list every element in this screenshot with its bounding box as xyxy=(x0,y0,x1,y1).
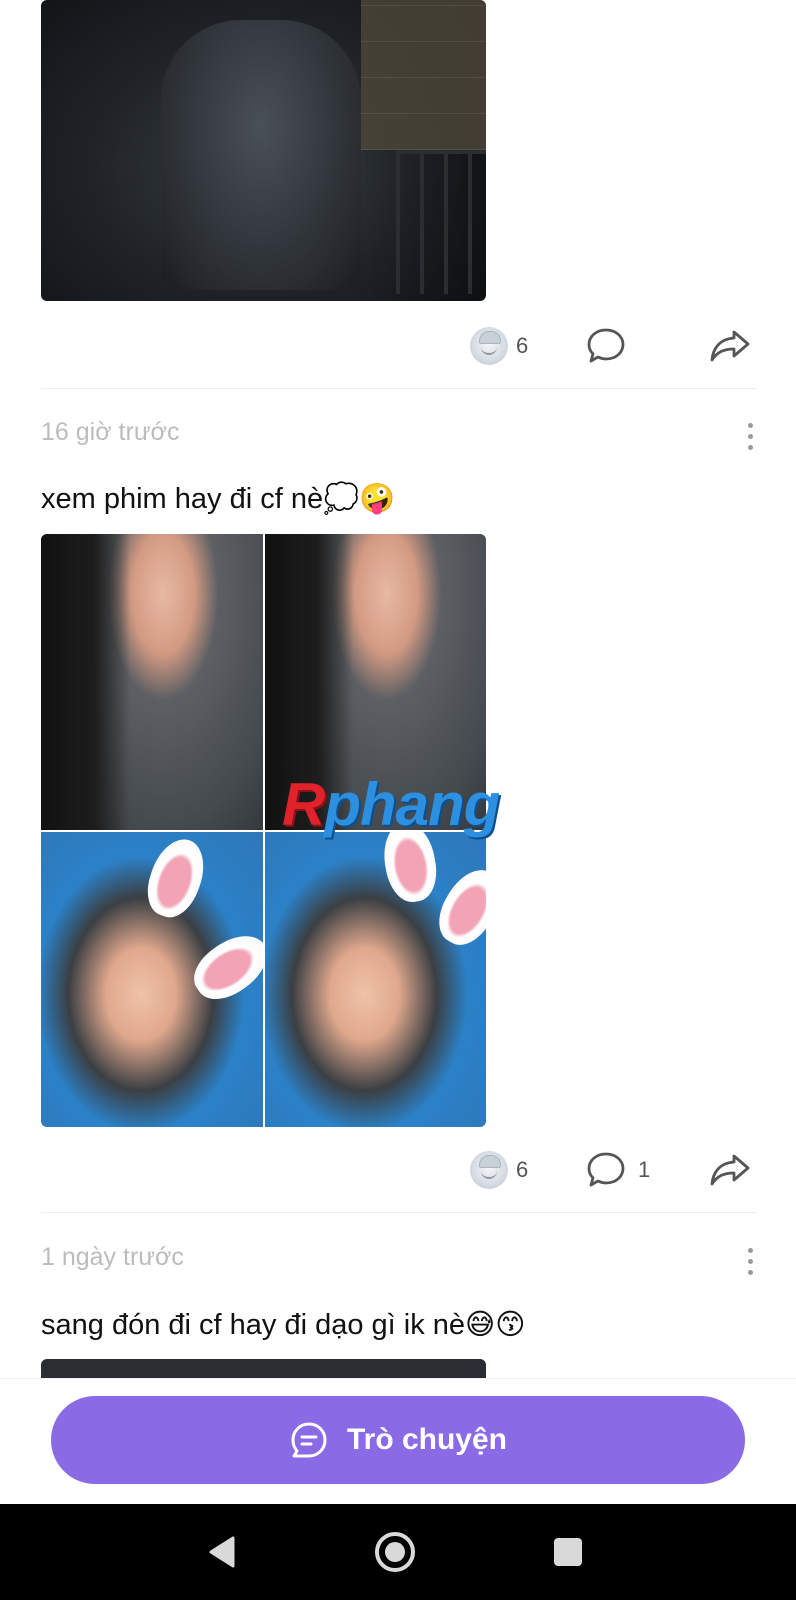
post-time: 1 ngày trước xyxy=(41,1243,184,1271)
post-caption: xem phim hay đi cf nè💭🤪 xyxy=(41,483,396,515)
home-circle-icon xyxy=(375,1532,415,1572)
reaction-sticker-icon xyxy=(470,1151,508,1189)
post-time: 16 giờ trước xyxy=(41,418,180,446)
post-photo-grid[interactable] xyxy=(41,534,486,1127)
bunny-ear xyxy=(138,831,214,924)
home-button[interactable] xyxy=(355,1504,435,1600)
bunny-ear xyxy=(377,831,442,906)
reaction-count: 6 xyxy=(516,1157,529,1182)
post-divider xyxy=(41,388,756,389)
profile-feed: 6 16 giờ trước xem phim hay đi cf nè💭🤪 R… xyxy=(0,0,796,1378)
dot-icon xyxy=(747,423,753,428)
post-photo[interactable] xyxy=(41,1359,486,1378)
photo-figure xyxy=(161,20,361,290)
share-button[interactable] xyxy=(708,316,752,376)
post-caption: sang đón đi cf hay đi dạo gì ik nè😅😙 xyxy=(41,1309,526,1341)
chat-bubble-icon xyxy=(291,1422,327,1458)
post-photo[interactable] xyxy=(41,0,486,301)
recents-button[interactable] xyxy=(528,1504,608,1600)
photo-wall xyxy=(361,0,486,150)
comment-icon xyxy=(587,1152,625,1187)
comment-button[interactable] xyxy=(586,316,626,376)
reaction-sticker-icon xyxy=(470,327,508,365)
dot-icon xyxy=(747,434,753,439)
dot-icon xyxy=(747,1270,753,1275)
back-triangle-icon xyxy=(209,1536,235,1568)
chat-button-label: Trò chuyện xyxy=(346,1423,508,1456)
share-icon xyxy=(710,330,750,362)
photo-railing xyxy=(396,150,486,294)
post-actions: 6 xyxy=(0,316,796,376)
back-button[interactable] xyxy=(182,1504,262,1600)
comment-icon xyxy=(587,328,625,363)
reaction-count: 6 xyxy=(516,333,529,358)
post-divider xyxy=(41,1212,756,1213)
chat-button[interactable]: Trò chuyện xyxy=(51,1396,745,1484)
comment-count: 1 xyxy=(638,1157,651,1182)
comment-button[interactable]: 1 xyxy=(586,1140,650,1200)
grid-photo[interactable] xyxy=(264,831,486,1127)
post-actions: 6 1 xyxy=(0,1140,796,1200)
more-options-button[interactable] xyxy=(744,423,756,450)
recents-square-icon xyxy=(554,1538,582,1566)
dot-icon xyxy=(747,1248,753,1253)
bunny-ear xyxy=(183,923,263,1010)
dot-icon xyxy=(747,1259,753,1264)
dot-icon xyxy=(747,445,753,450)
share-button[interactable] xyxy=(708,1140,752,1200)
grid-photo[interactable] xyxy=(41,831,263,1127)
bunny-ear xyxy=(427,859,486,954)
system-navigation-bar xyxy=(0,1504,796,1600)
grid-photo[interactable] xyxy=(41,534,263,830)
reaction-button[interactable]: 6 xyxy=(470,1140,528,1200)
photo-hair xyxy=(264,534,354,830)
photo-hair xyxy=(41,534,130,830)
more-options-button[interactable] xyxy=(744,1248,756,1275)
grid-photo[interactable] xyxy=(264,534,486,830)
bottom-action-bar: Trò chuyện xyxy=(0,1378,796,1505)
share-icon xyxy=(710,1154,750,1186)
reaction-button[interactable]: 6 xyxy=(470,316,528,376)
